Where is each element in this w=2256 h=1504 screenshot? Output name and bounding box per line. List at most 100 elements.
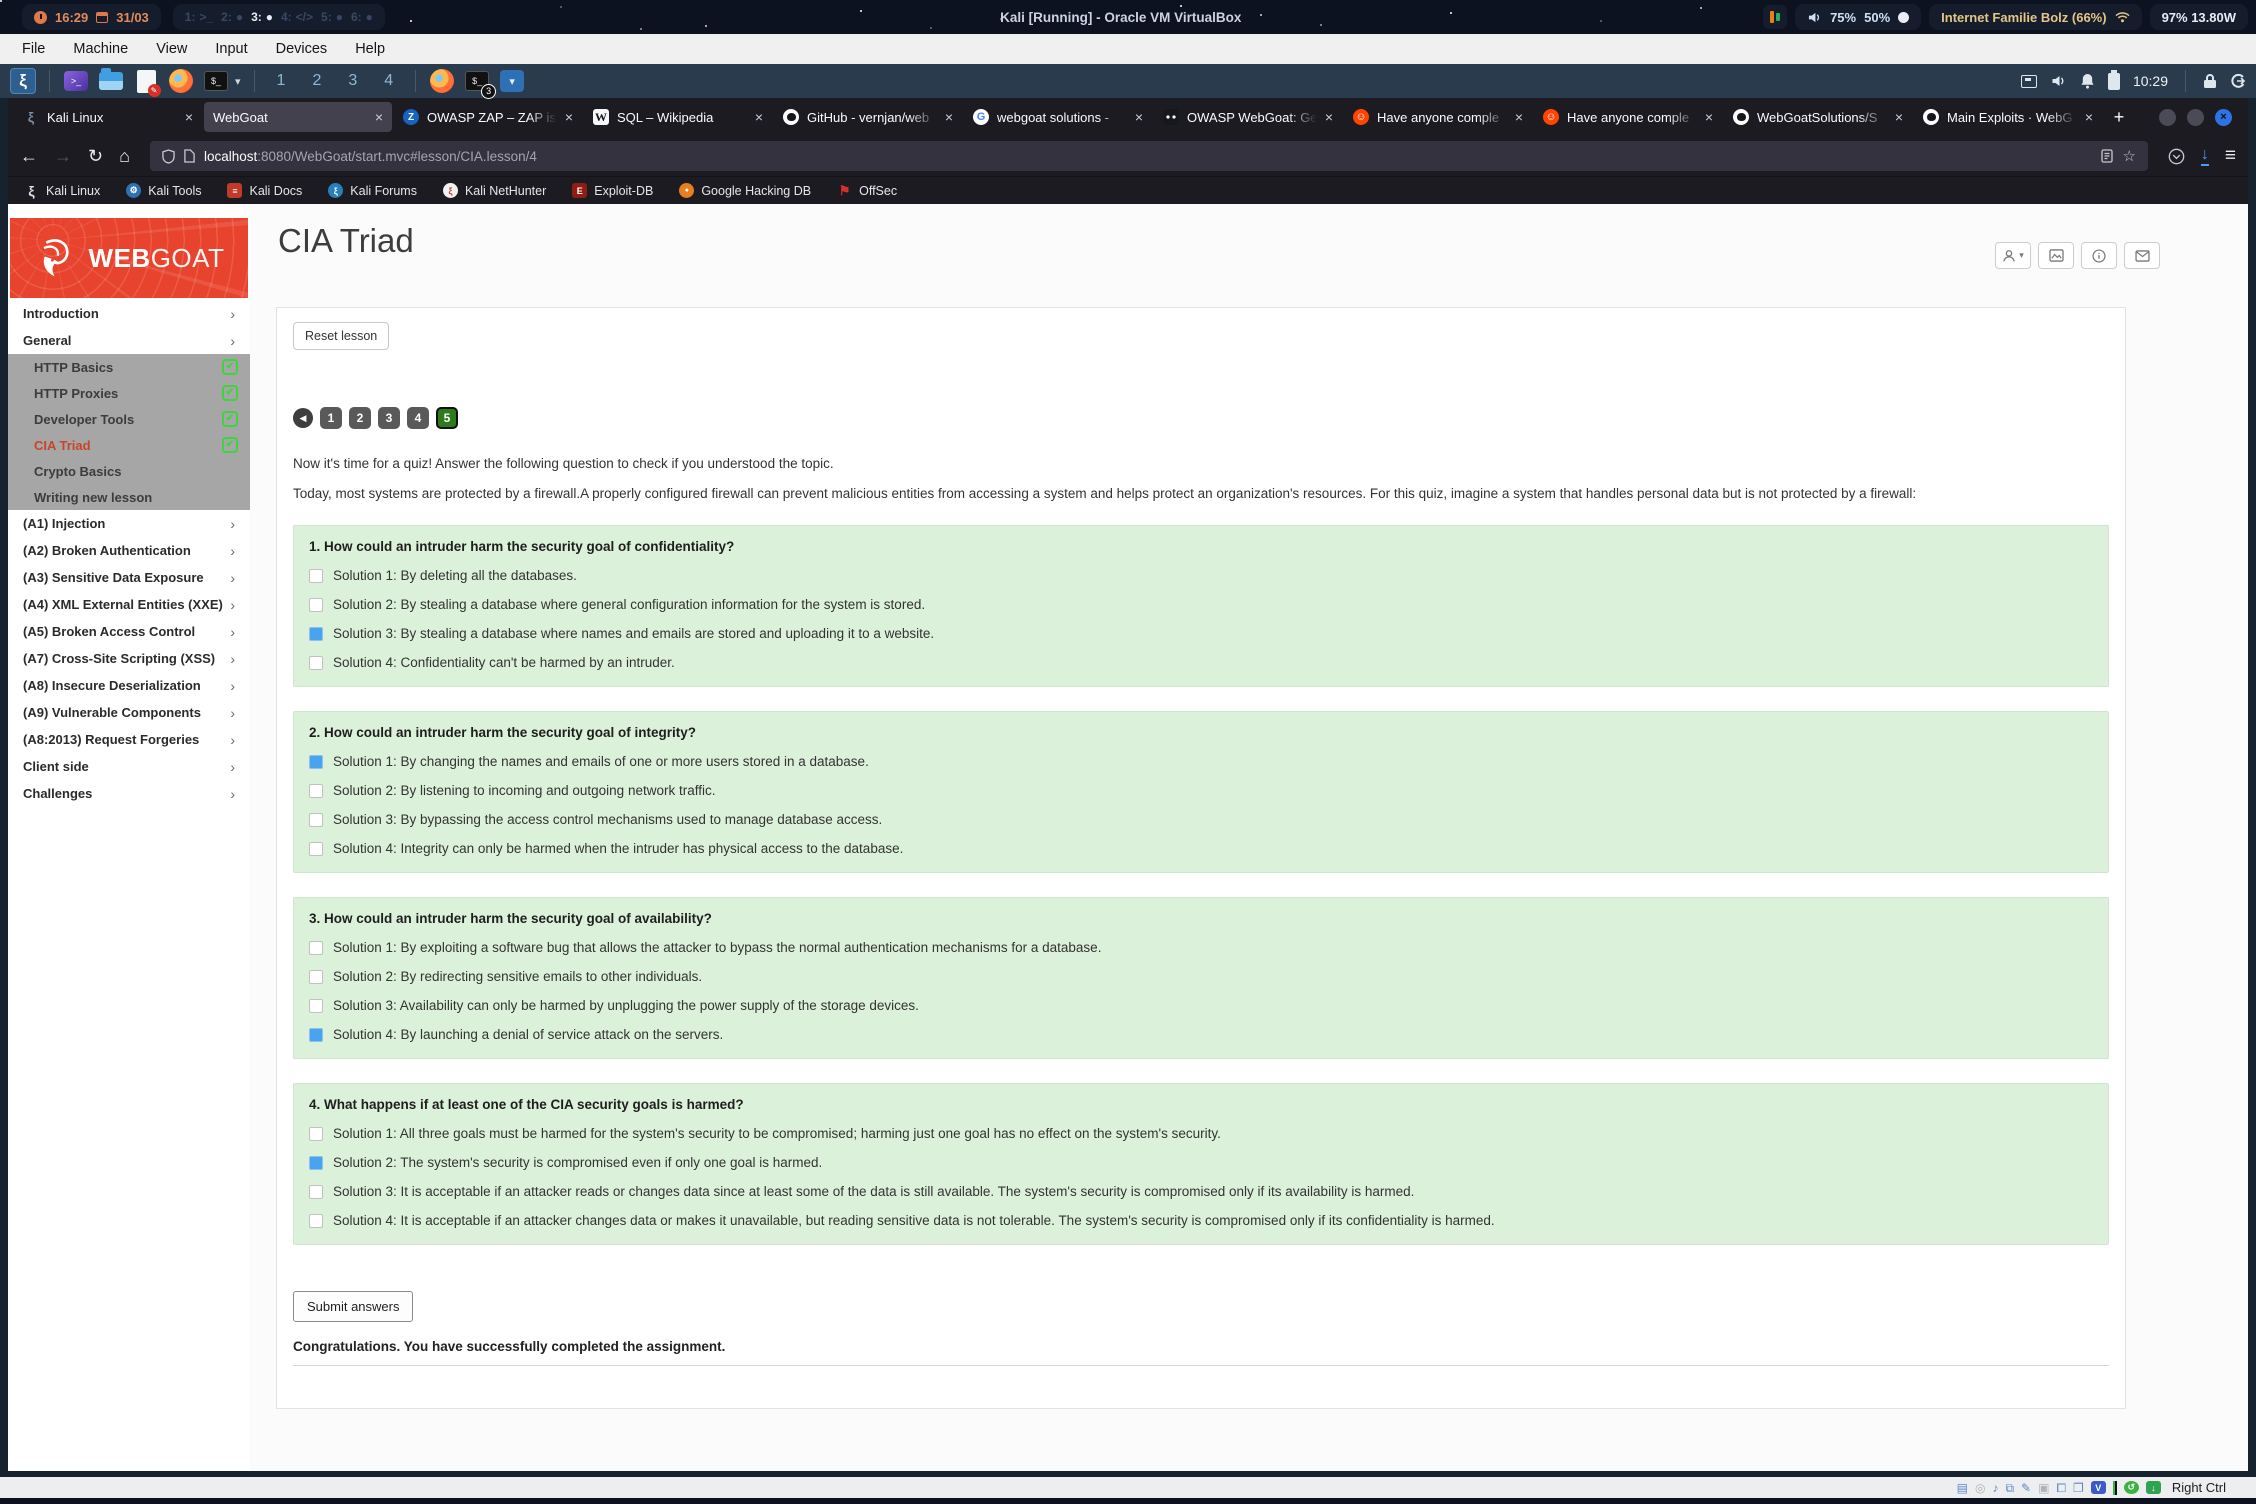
previous-page-button[interactable]: ◀ — [293, 408, 313, 428]
host-workspace-1[interactable]: 1:>_ — [185, 10, 213, 24]
menu-devices[interactable]: Devices — [276, 41, 328, 57]
vm-workspace-3[interactable]: 3 — [339, 72, 366, 90]
checkbox[interactable] — [309, 813, 323, 827]
logout-power-icon[interactable] — [2230, 73, 2246, 89]
reload-button[interactable]: ↻ — [88, 147, 103, 165]
tab-kali-linux[interactable]: Kali Linux× — [14, 102, 202, 132]
menu-machine[interactable]: Machine — [73, 41, 128, 57]
checkbox[interactable] — [309, 598, 323, 612]
audio-brightness-pill[interactable]: 75% 50% — [1795, 4, 1921, 30]
vm-features-icon[interactable]: V — [2091, 1481, 2106, 1494]
answer-option[interactable]: Solution 3: By bypassing the access cont… — [309, 812, 2093, 827]
tab-owasp-webgoat[interactable]: OWASP WebGoat: Ge× — [1154, 102, 1342, 132]
tab-close-icon[interactable]: × — [2085, 109, 2093, 125]
sidebar-item-challenges[interactable]: Challenges› — [8, 780, 250, 807]
tab-close-icon[interactable]: × — [565, 109, 573, 125]
bookmark-kali-tools[interactable]: Kali Tools — [126, 183, 201, 198]
sidebar-item-a5-broken-access-control[interactable]: (A5) Broken Access Control› — [8, 618, 250, 645]
user-menu-button[interactable]: ▾ — [1995, 242, 2031, 269]
notification-bell-icon[interactable] — [2080, 73, 2095, 89]
tray-app-icon[interactable] — [1763, 5, 1787, 29]
bookmark-kali-docs[interactable]: Kali Docs — [227, 183, 302, 198]
battery-icon[interactable] — [2108, 73, 2120, 90]
page-info-icon[interactable] — [184, 149, 195, 163]
vm-workspace-2[interactable]: 2 — [303, 72, 330, 90]
konsole-window-button[interactable]: $_3 — [464, 68, 490, 94]
menu-view[interactable]: View — [156, 41, 187, 57]
sidebar-lesson-developer-tools[interactable]: Developer Tools✔ — [8, 406, 250, 432]
answer-option[interactable]: Solution 1: By deleting all the database… — [309, 568, 2093, 583]
bookmark-offsec[interactable]: OffSec — [837, 183, 897, 198]
menu-hamburger-icon[interactable]: ≡ — [2225, 145, 2236, 167]
display-icon[interactable]: ⧠ — [2056, 1482, 2066, 1494]
sidebar-item-a8-insecure-deserialization[interactable]: (A8) Insecure Deserialization› — [8, 672, 250, 699]
checkbox[interactable] — [309, 999, 323, 1013]
submit-answers-button[interactable]: Submit answers — [293, 1291, 413, 1322]
menu-help[interactable]: Help — [355, 41, 385, 57]
back-button[interactable]: ← — [20, 147, 38, 165]
lock-icon[interactable] — [2203, 73, 2217, 89]
forward-button[interactable]: → — [54, 147, 72, 165]
sidebar-lesson-crypto-basics[interactable]: Crypto Basics✔ — [8, 458, 250, 484]
terminal-launcher[interactable]: $_ — [203, 68, 229, 94]
sidebar-item-a2-broken-authentication[interactable]: (A2) Broken Authentication› — [8, 537, 250, 564]
text-editor-launcher[interactable] — [133, 68, 159, 94]
kali-menu-button[interactable]: ξ — [10, 68, 36, 94]
checkbox[interactable] — [309, 1156, 323, 1170]
bookmark-kali-nethunter[interactable]: Kali NetHunter — [443, 183, 546, 198]
checkbox[interactable] — [309, 1127, 323, 1141]
answer-option[interactable]: Solution 2: The system's security is com… — [309, 1155, 2093, 1170]
tab-close-icon[interactable]: × — [1705, 109, 1713, 125]
auto-resize-icon[interactable]: ↓ — [2146, 1481, 2161, 1494]
answer-option[interactable]: Solution 2: By listening to incoming and… — [309, 783, 2093, 798]
tab-github-vernjan[interactable]: GitHub - vernjan/web× — [774, 102, 962, 132]
speaker-icon[interactable] — [2050, 74, 2067, 88]
tab-main-exploits[interactable]: Main Exploits · WebG× — [1914, 102, 2102, 132]
firefox-window-button[interactable] — [429, 68, 455, 94]
tab-google-search[interactable]: webgoat solutions -× — [964, 102, 1152, 132]
answer-option[interactable]: Solution 3: By stealing a database where… — [309, 626, 2093, 641]
sidebar-item-general[interactable]: General› — [8, 327, 250, 354]
checkbox[interactable] — [309, 1028, 323, 1042]
network-adapter-icon[interactable]: ⧉ — [2005, 1482, 2014, 1494]
window-close-button[interactable]: × — [2215, 109, 2232, 126]
mouse-integration-icon[interactable]: ↺ — [2124, 1481, 2139, 1494]
report-card-button[interactable] — [2038, 242, 2074, 269]
tab-close-icon[interactable]: × — [185, 109, 193, 125]
checkbox[interactable] — [309, 627, 323, 641]
sidebar-item-a3-sensitive-data-exposure[interactable]: (A3) Sensitive Data Exposure› — [8, 564, 250, 591]
answer-option[interactable]: Solution 4: It is acceptable if an attac… — [309, 1213, 2093, 1228]
answer-option[interactable]: Solution 3: It is acceptable if an attac… — [309, 1184, 2093, 1199]
sidebar-item-a7-xss[interactable]: (A7) Cross-Site Scripting (XSS)› — [8, 645, 250, 672]
tab-close-icon[interactable]: × — [1895, 109, 1903, 125]
tab-close-icon[interactable]: × — [375, 109, 383, 125]
hard-disk-icon[interactable]: ▤ — [1957, 1482, 1968, 1494]
bookmark-kali-forums[interactable]: Kali Forums — [328, 183, 417, 198]
answer-option[interactable]: Solution 1: All three goals must be harm… — [309, 1126, 2093, 1141]
tab-reddit-2[interactable]: Have anyone comple× — [1534, 102, 1722, 132]
firefox-launcher[interactable] — [168, 68, 194, 94]
host-workspace-2[interactable]: 2:● — [221, 10, 243, 24]
page-4-button[interactable]: 4 — [407, 407, 429, 429]
konsole-launcher[interactable]: >_ — [63, 68, 89, 94]
ethernet-icon[interactable] — [2021, 75, 2037, 88]
shared-folders-icon[interactable]: ▣ — [2038, 1482, 2049, 1494]
sidebar-lesson-cia-triad[interactable]: CIA Triad✔ — [8, 432, 250, 458]
sidebar-item-a9-vulnerable-components[interactable]: (A9) Vulnerable Components› — [8, 699, 250, 726]
answer-option[interactable]: Solution 2: By stealing a database where… — [309, 597, 2093, 612]
sidebar-lesson-writing-new-lesson[interactable]: Writing new lesson✔ — [8, 484, 250, 510]
checkbox[interactable] — [309, 941, 323, 955]
sidebar-item-a4-xxe[interactable]: (A4) XML External Entities (XXE)› — [8, 591, 250, 618]
checkbox[interactable] — [309, 784, 323, 798]
checkbox[interactable] — [309, 569, 323, 583]
sidebar-lesson-http-proxies[interactable]: HTTP Proxies✔ — [8, 380, 250, 406]
file-manager-launcher[interactable] — [98, 68, 124, 94]
answer-option[interactable]: Solution 4: By launching a denial of ser… — [309, 1027, 2093, 1042]
bookmark-google-hacking-db[interactable]: Google Hacking DB — [679, 183, 811, 198]
pocket-icon[interactable] — [2168, 148, 2185, 165]
home-button[interactable]: ⌂ — [119, 147, 130, 165]
tab-close-icon[interactable]: × — [945, 109, 953, 125]
window-maximize-button[interactable] — [2187, 109, 2204, 126]
answer-option[interactable]: Solution 4: Confidentiality can't be har… — [309, 655, 2093, 670]
shield-icon[interactable] — [162, 149, 175, 164]
